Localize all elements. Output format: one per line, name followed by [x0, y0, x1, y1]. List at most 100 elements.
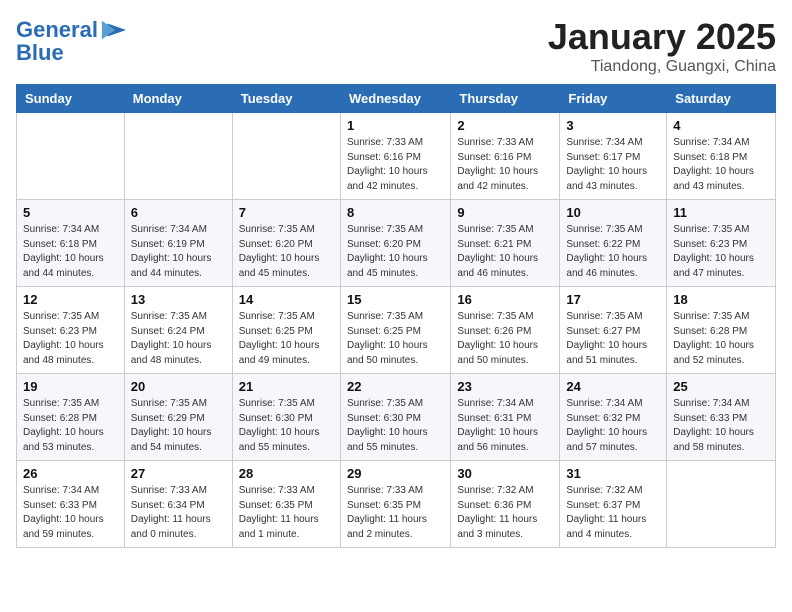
day-number: 10	[566, 205, 660, 220]
location-subtitle: Tiandong, Guangxi, China	[548, 58, 776, 76]
calendar-cell: 6 Sunrise: 7:34 AM Sunset: 6:19 PM Daylig…	[124, 200, 232, 287]
day-number: 2	[457, 118, 553, 133]
column-header-monday: Monday	[124, 85, 232, 113]
calendar-table: SundayMondayTuesdayWednesdayThursdayFrid…	[16, 84, 776, 548]
column-header-wednesday: Wednesday	[340, 85, 450, 113]
calendar-cell: 19Sunrise: 7:35 AM Sunset: 6:28 PM Dayli…	[17, 374, 125, 461]
calendar-cell	[17, 113, 125, 200]
calendar-cell: 21 Sunrise: 7:35 AM Sunset: 6:30 PM Dayli…	[232, 374, 340, 461]
calendar-cell: 22 Sunrise: 7:35 AM Sunset: 6:30 PM Dayli…	[340, 374, 450, 461]
calendar-cell: 4 Sunrise: 7:34 AM Sunset: 6:18 PM Daylig…	[667, 113, 776, 200]
day-number: 28	[239, 466, 334, 481]
day-number: 3	[566, 118, 660, 133]
day-info: Sunrise: 7:35 AM Sunset: 6:24 PM Dayligh…	[131, 310, 226, 368]
calendar-cell: 16 Sunrise: 7:35 AM Sunset: 6:26 PM Dayli…	[451, 287, 560, 374]
day-number: 17	[566, 292, 660, 307]
calendar-cell: 23 Sunrise: 7:34 AM Sunset: 6:31 PM Dayli…	[451, 374, 560, 461]
day-info: Sunrise: 7:34 AM Sunset: 6:33 PM Dayligh…	[23, 484, 118, 542]
column-header-tuesday: Tuesday	[232, 85, 340, 113]
calendar-cell: 29Sunrise: 7:33 AM Sunset: 6:35 PM Dayli…	[340, 461, 450, 548]
day-number: 11	[673, 205, 769, 220]
calendar-cell: 11 Sunrise: 7:35 AM Sunset: 6:23 PM Dayli…	[667, 200, 776, 287]
day-number: 19	[23, 379, 118, 394]
day-info: Sunrise: 7:32 AM Sunset: 6:36 PM Dayligh…	[457, 484, 553, 542]
day-number: 5	[23, 205, 118, 220]
calendar-cell: 26 Sunrise: 7:34 AM Sunset: 6:33 PM Dayli…	[17, 461, 125, 548]
day-info: Sunrise: 7:34 AM Sunset: 6:17 PM Dayligh…	[566, 136, 660, 194]
day-number: 21	[239, 379, 334, 394]
day-number: 4	[673, 118, 769, 133]
week-row-4: 19Sunrise: 7:35 AM Sunset: 6:28 PM Dayli…	[17, 374, 776, 461]
day-number: 13	[131, 292, 226, 307]
day-info: Sunrise: 7:34 AM Sunset: 6:19 PM Dayligh…	[131, 223, 226, 281]
day-number: 18	[673, 292, 769, 307]
day-number: 30	[457, 466, 553, 481]
day-info: Sunrise: 7:35 AM Sunset: 6:30 PM Dayligh…	[347, 397, 444, 455]
day-info: Sunrise: 7:35 AM Sunset: 6:27 PM Dayligh…	[566, 310, 660, 368]
week-row-3: 12Sunrise: 7:35 AM Sunset: 6:23 PM Dayli…	[17, 287, 776, 374]
day-number: 9	[457, 205, 553, 220]
day-number: 22	[347, 379, 444, 394]
calendar-cell: 25Sunrise: 7:34 AM Sunset: 6:33 PM Dayli…	[667, 374, 776, 461]
calendar-cell	[124, 113, 232, 200]
logo: General Blue	[16, 16, 128, 66]
calendar-cell: 13 Sunrise: 7:35 AM Sunset: 6:24 PM Dayli…	[124, 287, 232, 374]
calendar-cell: 30 Sunrise: 7:32 AM Sunset: 6:36 PM Dayli…	[451, 461, 560, 548]
day-number: 6	[131, 205, 226, 220]
day-info: Sunrise: 7:35 AM Sunset: 6:29 PM Dayligh…	[131, 397, 226, 455]
calendar-cell: 15 Sunrise: 7:35 AM Sunset: 6:25 PM Dayli…	[340, 287, 450, 374]
day-number: 23	[457, 379, 553, 394]
day-info: Sunrise: 7:34 AM Sunset: 6:32 PM Dayligh…	[566, 397, 660, 455]
day-info: Sunrise: 7:35 AM Sunset: 6:26 PM Dayligh…	[457, 310, 553, 368]
week-row-2: 5 Sunrise: 7:34 AM Sunset: 6:18 PM Daylig…	[17, 200, 776, 287]
day-number: 26	[23, 466, 118, 481]
day-info: Sunrise: 7:32 AM Sunset: 6:37 PM Dayligh…	[566, 484, 660, 542]
calendar-cell: 1 Sunrise: 7:33 AM Sunset: 6:16 PM Daylig…	[340, 113, 450, 200]
calendar-cell: 31 Sunrise: 7:32 AM Sunset: 6:37 PM Dayli…	[560, 461, 667, 548]
day-info: Sunrise: 7:33 AM Sunset: 6:16 PM Dayligh…	[347, 136, 444, 194]
calendar-cell: 10Sunrise: 7:35 AM Sunset: 6:22 PM Dayli…	[560, 200, 667, 287]
day-info: Sunrise: 7:33 AM Sunset: 6:35 PM Dayligh…	[347, 484, 444, 542]
calendar-cell: 28 Sunrise: 7:33 AM Sunset: 6:35 PM Dayli…	[232, 461, 340, 548]
calendar-cell: 8Sunrise: 7:35 AM Sunset: 6:20 PM Daylig…	[340, 200, 450, 287]
day-info: Sunrise: 7:33 AM Sunset: 6:34 PM Dayligh…	[131, 484, 226, 542]
week-row-5: 26 Sunrise: 7:34 AM Sunset: 6:33 PM Dayli…	[17, 461, 776, 548]
day-info: Sunrise: 7:35 AM Sunset: 6:20 PM Dayligh…	[347, 223, 444, 281]
day-info: Sunrise: 7:33 AM Sunset: 6:35 PM Dayligh…	[239, 484, 334, 542]
calendar-cell: 27Sunrise: 7:33 AM Sunset: 6:34 PM Dayli…	[124, 461, 232, 548]
title-block: January 2025 Tiandong, Guangxi, China	[548, 16, 776, 76]
day-info: Sunrise: 7:34 AM Sunset: 6:18 PM Dayligh…	[23, 223, 118, 281]
column-header-friday: Friday	[560, 85, 667, 113]
day-number: 20	[131, 379, 226, 394]
calendar-cell: 18Sunrise: 7:35 AM Sunset: 6:28 PM Dayli…	[667, 287, 776, 374]
calendar-cell: 9 Sunrise: 7:35 AM Sunset: 6:21 PM Daylig…	[451, 200, 560, 287]
day-number: 7	[239, 205, 334, 220]
calendar-cell: 20 Sunrise: 7:35 AM Sunset: 6:29 PM Dayli…	[124, 374, 232, 461]
logo-text: General	[16, 18, 98, 42]
day-info: Sunrise: 7:34 AM Sunset: 6:18 PM Dayligh…	[673, 136, 769, 194]
column-header-thursday: Thursday	[451, 85, 560, 113]
calendar-cell: 5 Sunrise: 7:34 AM Sunset: 6:18 PM Daylig…	[17, 200, 125, 287]
column-header-sunday: Sunday	[17, 85, 125, 113]
day-number: 14	[239, 292, 334, 307]
day-info: Sunrise: 7:34 AM Sunset: 6:31 PM Dayligh…	[457, 397, 553, 455]
day-number: 15	[347, 292, 444, 307]
column-header-saturday: Saturday	[667, 85, 776, 113]
calendar-cell: 14 Sunrise: 7:35 AM Sunset: 6:25 PM Dayli…	[232, 287, 340, 374]
day-number: 25	[673, 379, 769, 394]
day-info: Sunrise: 7:35 AM Sunset: 6:25 PM Dayligh…	[347, 310, 444, 368]
calendar-header-row: SundayMondayTuesdayWednesdayThursdayFrid…	[17, 85, 776, 113]
day-number: 1	[347, 118, 444, 133]
calendar-cell: 24 Sunrise: 7:34 AM Sunset: 6:32 PM Dayli…	[560, 374, 667, 461]
day-number: 16	[457, 292, 553, 307]
day-info: Sunrise: 7:35 AM Sunset: 6:20 PM Dayligh…	[239, 223, 334, 281]
day-info: Sunrise: 7:35 AM Sunset: 6:23 PM Dayligh…	[673, 223, 769, 281]
day-info: Sunrise: 7:33 AM Sunset: 6:16 PM Dayligh…	[457, 136, 553, 194]
day-info: Sunrise: 7:35 AM Sunset: 6:30 PM Dayligh…	[239, 397, 334, 455]
day-number: 31	[566, 466, 660, 481]
page-header: General Blue January 2025 Tiandong, Guan…	[16, 16, 776, 76]
day-number: 24	[566, 379, 660, 394]
day-info: Sunrise: 7:35 AM Sunset: 6:21 PM Dayligh…	[457, 223, 553, 281]
day-info: Sunrise: 7:35 AM Sunset: 6:25 PM Dayligh…	[239, 310, 334, 368]
calendar-cell: 3 Sunrise: 7:34 AM Sunset: 6:17 PM Daylig…	[560, 113, 667, 200]
